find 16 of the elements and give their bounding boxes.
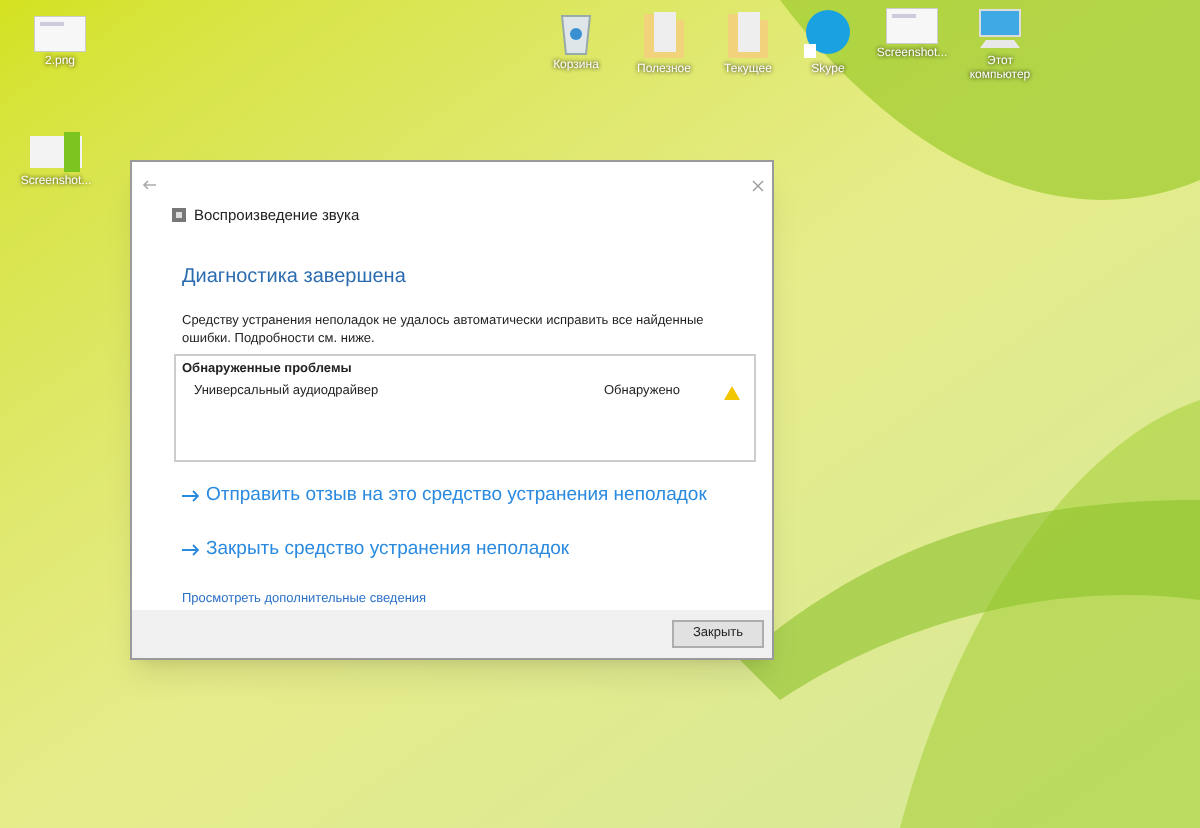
folder-icon (642, 8, 686, 60)
image-thumbnail-icon (34, 16, 86, 52)
back-arrow-icon[interactable] (142, 180, 156, 191)
monitor-icon (974, 8, 1026, 52)
warning-icon (724, 385, 740, 400)
folder-icon (726, 8, 770, 60)
speaker-icon (172, 208, 186, 223)
action-link[interactable]: Закрыть средство устранения неполадок (206, 535, 570, 565)
image-thumbnail-icon (886, 8, 938, 44)
dialog-heading: Диагностика завершена (180, 263, 408, 292)
screenshot-thumbnail-icon (30, 132, 82, 172)
close-icon[interactable] (752, 179, 764, 192)
arrow-icon (182, 544, 200, 557)
action-link[interactable]: Отправить отзыв на это средство устранения неполадок (206, 481, 707, 510)
arrow-icon (182, 489, 200, 502)
skype-logo-icon (804, 8, 852, 60)
